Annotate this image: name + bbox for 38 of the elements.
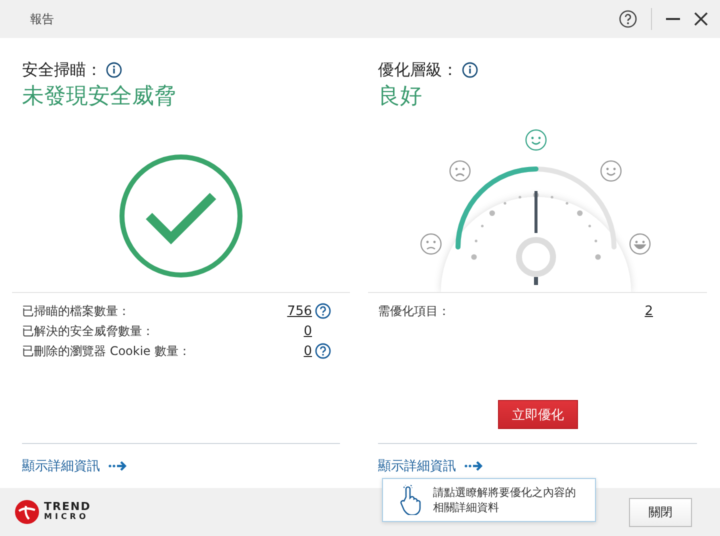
help-button[interactable] <box>619 10 637 28</box>
status-text: 未發現安全威脅 <box>22 83 177 111</box>
section-heading: 安全掃瞄： <box>22 60 102 80</box>
logo-icon <box>14 499 40 525</box>
face-icon <box>448 160 470 182</box>
pointing-hand-icon <box>399 485 421 515</box>
tooltip-text: 請點選瞭解將要優化之內容的相關詳細資料 <box>433 485 577 515</box>
logo-text: TREND <box>44 502 91 512</box>
close-button[interactable]: 關閉 <box>629 498 692 526</box>
close-button[interactable] <box>694 12 708 26</box>
stat-value[interactable]: 756 <box>287 304 312 318</box>
stat-value[interactable]: 2 <box>644 304 653 318</box>
status-text: 良好 <box>378 83 423 111</box>
section-heading: 優化層級： <box>378 60 458 80</box>
window-title: 報告 <box>30 10 55 28</box>
optimize-button[interactable]: 立即優化 <box>498 400 578 429</box>
arrow-icon <box>464 460 484 472</box>
info-icon[interactable] <box>106 62 122 78</box>
face-icon <box>420 233 442 255</box>
close-icon <box>694 12 708 26</box>
face-icon <box>524 129 546 151</box>
arrow-icon <box>108 460 128 472</box>
info-icon[interactable] <box>462 62 478 78</box>
stat-label: 需優化項目： <box>378 302 451 320</box>
help-icon[interactable] <box>315 343 331 359</box>
details-link[interactable]: 顯示詳細資訊 <box>22 457 128 475</box>
stat-label: 已刪除的瀏覽器 Cookie 數量： <box>22 342 192 360</box>
checkmark-icon <box>119 154 243 278</box>
stat-label: 已解決的安全威脅數量： <box>22 322 155 340</box>
details-link[interactable]: 顯示詳細資訊 <box>378 457 484 475</box>
stat-label: 已掃瞄的檔案數量： <box>22 302 131 320</box>
stat-value[interactable]: 0 <box>304 344 312 358</box>
logo-text: MICRO <box>44 512 90 522</box>
help-icon[interactable] <box>315 303 331 319</box>
stat-value[interactable]: 0 <box>304 324 312 338</box>
help-icon <box>619 10 637 28</box>
face-icon <box>600 160 622 182</box>
face-icon <box>628 233 650 255</box>
